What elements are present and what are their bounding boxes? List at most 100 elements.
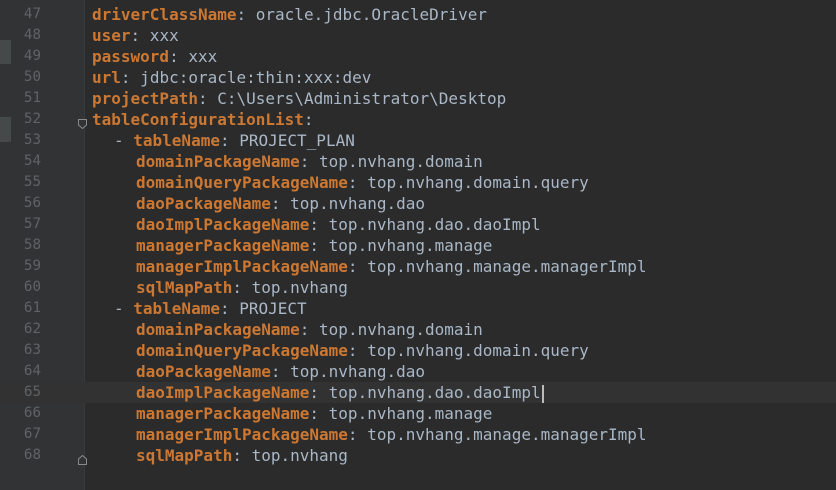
- yaml-colon: :: [270, 194, 281, 213]
- code-text[interactable]: - tableName: PROJECT: [114, 298, 307, 319]
- yaml-key: domainPackageName: [136, 152, 300, 171]
- line-number: 67: [23, 426, 41, 442]
- code-line[interactable]: 62 domainPackageName: top.nvhang.domain: [0, 319, 836, 340]
- yaml-key: user: [92, 26, 131, 45]
- code-text[interactable]: url: jdbc:oracle:thin:xxx:dev: [92, 67, 371, 88]
- yaml-colon: :: [219, 299, 230, 318]
- yaml-key: daoPackageName: [136, 362, 271, 381]
- yaml-key: sqlMapPath: [136, 278, 233, 297]
- yaml-value: oracle.jdbc.OracleDriver: [246, 5, 487, 24]
- yaml-value: jdbc:oracle:thin:xxx:dev: [130, 68, 372, 87]
- code-line[interactable]: 52 tableConfigurationList:: [0, 109, 836, 130]
- code-text[interactable]: daoImplPackageName: top.nvhang.dao.daoIm…: [136, 214, 541, 235]
- code-line[interactable]: 56 daoPackageName: top.nvhang.dao: [0, 193, 836, 214]
- yaml-key: projectPath: [92, 89, 198, 108]
- code-text[interactable]: daoPackageName: top.nvhang.dao: [136, 193, 425, 214]
- code-line[interactable]: 58 managerPackageName: top.nvhang.manage: [0, 235, 836, 256]
- yaml-value: top.nvhang: [241, 278, 348, 297]
- line-number: 47: [23, 6, 41, 22]
- code-text[interactable]: user: xxx: [92, 25, 179, 46]
- code-text[interactable]: daoPackageName: top.nvhang.dao: [136, 361, 425, 382]
- yaml-key: tableName: [133, 131, 220, 150]
- line-number: 54: [23, 153, 41, 169]
- code-line[interactable]: 60 sqlMapPath: top.nvhang: [0, 277, 836, 298]
- code-text[interactable]: projectPath: C:\Users\Administrator\Desk…: [92, 88, 506, 109]
- line-number: 65: [23, 384, 41, 400]
- yaml-value: top.nvhang.domain.query: [357, 341, 589, 360]
- code-line[interactable]: 53 - tableName: PROJECT_PLAN: [0, 130, 836, 151]
- code-line[interactable]: 64 daoPackageName: top.nvhang.dao: [0, 361, 836, 382]
- yaml-key: tableConfigurationList: [92, 110, 304, 129]
- yaml-value: top.nvhang.manage: [319, 236, 493, 255]
- code-line[interactable]: 49 password: xxx: [0, 46, 836, 67]
- code-line[interactable]: 54 domainPackageName: top.nvhang.domain: [0, 151, 836, 172]
- yaml-key: tableName: [133, 299, 220, 318]
- code-line[interactable]: 50 url: jdbc:oracle:thin:xxx:dev: [0, 67, 836, 88]
- list-dash: -: [114, 131, 134, 150]
- yaml-colon: :: [309, 236, 320, 255]
- yaml-colon: :: [347, 341, 358, 360]
- yaml-value: C:\Users\Administrator\Desktop: [207, 89, 507, 108]
- code-text[interactable]: domainQueryPackageName: top.nvhang.domai…: [136, 340, 589, 361]
- yaml-key: domainQueryPackageName: [136, 173, 348, 192]
- code-text[interactable]: daoImplPackageName: top.nvhang.dao.daoIm…: [136, 382, 544, 403]
- line-number: 57: [23, 216, 41, 232]
- code-text[interactable]: driverClassName: oracle.jdbc.OracleDrive…: [92, 4, 487, 25]
- code-line[interactable]: 59 managerImplPackageName: top.nvhang.man…: [0, 256, 836, 277]
- code-editor[interactable]: 47 driverClassName: oracle.jdbc.OracleDri…: [0, 0, 836, 490]
- yaml-key: managerImplPackageName: [136, 425, 348, 444]
- code-text[interactable]: managerPackageName: top.nvhang.manage: [136, 235, 492, 256]
- current-line[interactable]: 65 daoImplPackageName: top.nvhang.dao.dao…: [0, 382, 836, 403]
- code-text[interactable]: managerPackageName: top.nvhang.manage: [136, 403, 492, 424]
- yaml-colon: :: [347, 173, 358, 192]
- fold-close-icon[interactable]: [78, 450, 87, 465]
- line-number: 64: [23, 363, 41, 379]
- yaml-colon: :: [309, 383, 320, 402]
- yaml-key: managerImplPackageName: [136, 257, 348, 276]
- code-text[interactable]: sqlMapPath: top.nvhang: [136, 445, 348, 466]
- code-line[interactable]: 61 - tableName: PROJECT: [0, 298, 836, 319]
- code-text[interactable]: domainPackageName: top.nvhang.domain: [136, 319, 483, 340]
- line-number: 51: [23, 90, 41, 106]
- yaml-colon: :: [236, 5, 247, 24]
- line-number: 48: [23, 27, 41, 43]
- yaml-colon: :: [197, 89, 208, 108]
- code-line[interactable]: 66 managerPackageName: top.nvhang.manage: [0, 403, 836, 424]
- code-text[interactable]: tableConfigurationList:: [92, 109, 314, 130]
- yaml-colon: :: [219, 131, 230, 150]
- code-text[interactable]: - tableName: PROJECT_PLAN: [114, 130, 355, 151]
- yaml-colon: :: [309, 215, 320, 234]
- yaml-key: managerPackageName: [136, 404, 310, 423]
- code-line[interactable]: 67 managerImplPackageName: top.nvhang.man…: [0, 424, 836, 445]
- yaml-value: top.nvhang.manage.managerImpl: [357, 425, 647, 444]
- code-line[interactable]: 48 user: xxx: [0, 25, 836, 46]
- yaml-key: sqlMapPath: [136, 446, 233, 465]
- yaml-colon: :: [120, 68, 131, 87]
- yaml-colon: :: [169, 47, 179, 66]
- code-text[interactable]: domainPackageName: top.nvhang.domain: [136, 151, 483, 172]
- list-dash: -: [114, 299, 134, 318]
- yaml-value: xxx: [140, 26, 179, 45]
- code-text[interactable]: managerImplPackageName: top.nvhang.manag…: [136, 256, 647, 277]
- code-line[interactable]: 55 domainQueryPackageName: top.nvhang.dom…: [0, 172, 836, 193]
- code-line[interactable]: 68 sqlMapPath: top.nvhang: [0, 445, 836, 466]
- line-number: 59: [23, 258, 41, 274]
- code-text[interactable]: managerImplPackageName: top.nvhang.manag…: [136, 424, 647, 445]
- yaml-colon: :: [347, 257, 358, 276]
- line-number: 49: [23, 48, 41, 64]
- line-number: 58: [23, 237, 41, 253]
- code-text[interactable]: password: xxx: [92, 46, 217, 67]
- line-number: 66: [23, 405, 41, 421]
- code-line[interactable]: 51 projectPath: C:\Users\Administrator\De…: [0, 88, 836, 109]
- code-text[interactable]: sqlMapPath: top.nvhang: [136, 277, 348, 298]
- fold-open-icon[interactable]: [78, 114, 87, 130]
- yaml-colon: :: [309, 404, 320, 423]
- code-line[interactable]: 63 domainQueryPackageName: top.nvhang.dom…: [0, 340, 836, 361]
- yaml-value: top.nvhang: [241, 446, 348, 465]
- code-text[interactable]: domainQueryPackageName: top.nvhang.domai…: [136, 172, 589, 193]
- code-line[interactable]: 57 daoImplPackageName: top.nvhang.dao.dao…: [0, 214, 836, 235]
- yaml-key: domainQueryPackageName: [136, 341, 348, 360]
- code-line[interactable]: 47 driverClassName: oracle.jdbc.OracleDri…: [0, 4, 836, 25]
- line-number: 56: [23, 195, 41, 211]
- yaml-value: top.nvhang.dao: [280, 194, 425, 213]
